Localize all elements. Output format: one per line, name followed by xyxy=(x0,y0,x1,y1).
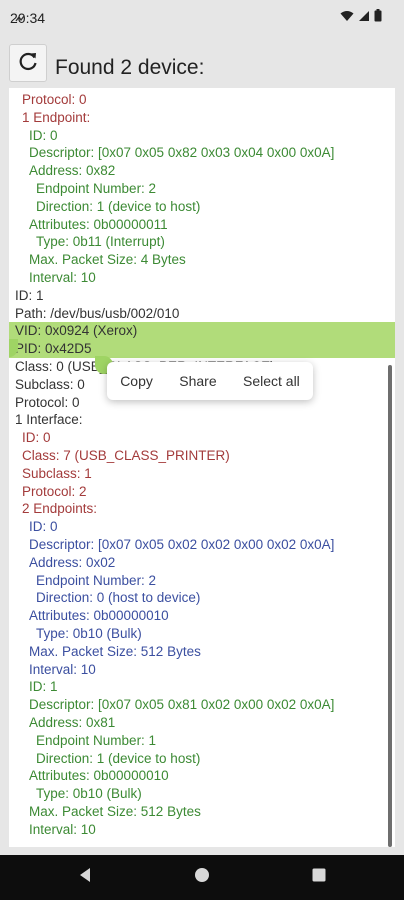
back-button[interactable] xyxy=(55,855,115,900)
top-bar: Found 2 device: xyxy=(0,36,404,88)
share-menu-item[interactable]: Share xyxy=(177,369,218,393)
device-info-line: Type: 0b10 (Bulk) xyxy=(36,626,142,641)
device-info-line: Descriptor: [0x07 0x05 0x81 0x02 0x00 0x… xyxy=(29,697,335,713)
home-circle-icon xyxy=(194,867,210,888)
device-info-line: Descriptor: [0x07 0x05 0x82 0x03 0x04 0x… xyxy=(29,145,335,161)
battery-icon xyxy=(374,9,382,25)
select-all-menu-item[interactable]: Select all xyxy=(241,369,302,393)
device-info-line: Attributes: 0b00000010 xyxy=(29,608,169,624)
device-info-line: Max. Packet Size: 512 Bytes xyxy=(29,643,201,659)
device-info-line: Protocol: 2 xyxy=(22,483,87,499)
device-info-line: Subclass: 0 xyxy=(15,376,85,392)
device-info-line: 1 Endpoint: xyxy=(22,109,91,125)
found-devices-title: Found 2 device: xyxy=(55,56,205,79)
device-info-panel[interactable]: Protocol: 0 1 Endpoint: ID: 0 Descriptor: [… xyxy=(9,88,395,847)
device-info-line: Address: 0x82 xyxy=(29,163,116,179)
device-info-line: Direction: 0 (host to device) xyxy=(36,590,201,606)
back-triangle-icon xyxy=(78,867,92,888)
device-info-line: Max. Packet Size: 512 Bytes xyxy=(29,804,201,819)
device-info-line: ID: 0 xyxy=(29,519,58,535)
recents-square-icon xyxy=(312,868,326,887)
device-info-line: Interval: 10 xyxy=(29,661,96,677)
device-info-line: Address: 0x81 xyxy=(29,715,116,730)
device-info-line: 2 Endpoints: xyxy=(22,501,98,517)
signal-wave-icon xyxy=(15,11,25,27)
device-info-line: Class: 7 (USB_CLASS_PRINTER) xyxy=(22,448,230,463)
device-info-line: ID: 1 xyxy=(29,679,58,695)
device-info-line: Direction: 1 (device to host) xyxy=(36,198,201,214)
device-info-line: Path: /dev/bus/usb/002/010 xyxy=(15,305,180,321)
refresh-button[interactable] xyxy=(9,44,47,82)
device-info-line: Interval: 10 xyxy=(29,270,96,285)
device-info-line: Interval: 10 xyxy=(29,821,96,837)
copy-menu-item[interactable]: Copy xyxy=(118,369,155,393)
device-info-line: Type: 0b11 (Interrupt) xyxy=(36,234,165,250)
device-info-line: VID: 0x0924 (Xerox) xyxy=(9,322,395,341)
device-info-line: PID: 0x42D5 xyxy=(9,340,395,359)
device-info-line: Attributes: 0b00000010 xyxy=(29,768,169,784)
cellular-icon xyxy=(358,9,370,25)
navigation-bar xyxy=(0,855,404,900)
device-info-line: Direction: 1 (device to host) xyxy=(36,750,201,766)
device-info-line: Max. Packet Size: 4 Bytes xyxy=(29,252,186,268)
device-info-line: Protocol: 0 xyxy=(15,394,80,410)
device-info-line: Descriptor: [0x07 0x05 0x02 0x02 0x00 0x… xyxy=(29,537,335,552)
recents-button[interactable] xyxy=(289,855,349,900)
device-info-line: Subclass: 1 xyxy=(22,465,92,481)
device-info-line: Address: 0x02 xyxy=(29,554,116,570)
text-selection-menu: Copy Share Select all xyxy=(107,362,313,400)
status-icons xyxy=(15,9,382,25)
status-bar: 20:34 xyxy=(0,0,404,36)
device-info-line: Endpoint Number: 2 xyxy=(36,181,157,196)
device-info-line: ID: 0 xyxy=(22,430,51,446)
device-info-line: Attributes: 0b00000011 xyxy=(29,216,168,232)
device-info-line: ID: 1 xyxy=(15,287,44,303)
device-info-line: ID: 0 xyxy=(29,127,58,143)
scrollbar[interactable] xyxy=(388,365,392,847)
home-button[interactable] xyxy=(172,855,232,900)
device-info-line: Endpoint Number: 1 xyxy=(36,732,157,748)
device-info-line: Endpoint Number: 2 xyxy=(36,572,157,588)
wifi-icon xyxy=(340,9,354,25)
device-info-line: 1 Interface: xyxy=(15,412,83,428)
refresh-icon xyxy=(17,50,39,77)
device-info-line: Type: 0b10 (Bulk) xyxy=(36,786,142,802)
device-info-line: Protocol: 0 xyxy=(22,92,87,107)
